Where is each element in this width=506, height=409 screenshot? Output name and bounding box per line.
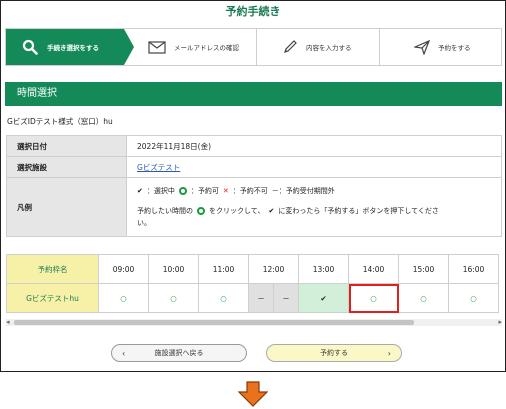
facility-link[interactable]: Gビズテスト	[137, 163, 180, 172]
legend-selected: ：選択中	[146, 187, 175, 195]
chevron-right-icon: ›	[387, 348, 391, 358]
time-header: 16:00	[448, 254, 499, 284]
time-header: 09:00	[98, 254, 149, 284]
slot-available[interactable]: ○	[448, 283, 499, 313]
scroll-right-arrow-icon[interactable]: ▸	[498, 318, 502, 326]
slot-available[interactable]: ○	[198, 283, 249, 313]
legend-unavailable: ：予約不可	[232, 187, 268, 195]
progress-steps: 手続き選択をする メールアドレスの確認 内容を入力する 予約をする	[5, 28, 502, 66]
scroll-left-arrow-icon[interactable]: ◂	[6, 318, 10, 326]
slot-outside-period: －	[273, 283, 299, 313]
time-header: 15:00	[398, 254, 449, 284]
time-header: 13:00	[298, 254, 349, 284]
facility-heading: GビズIDテスト様式（窓口）hu	[7, 117, 113, 126]
time-header: 12:00	[248, 254, 299, 284]
step-reserve: 予約をする	[414, 29, 471, 65]
slot-row-name: Gビズテストhu	[6, 283, 99, 313]
instruction-text-1: 予約したい時間の	[137, 207, 193, 215]
legend-available: ：予約可	[190, 187, 219, 195]
down-arrow-icon	[238, 381, 268, 407]
slot-name-header: 予約枠名	[6, 254, 99, 284]
slot-outside-period: －	[248, 283, 274, 313]
slot-available[interactable]: ○	[148, 283, 199, 313]
legend-content: ✔ ：選択中 ：予約可 ✕ ：予約不可 －：予約受付期間外 予約したい時間の を…	[126, 177, 502, 237]
step-label: 手続き選択をする	[47, 44, 99, 52]
step-label: 内容を入力する	[306, 44, 352, 52]
schedule-table: 予約枠名 09:00 10:00 11:00 12:00 13:00 14:00…	[6, 254, 499, 313]
facility-label: 選択施設	[6, 156, 127, 178]
instruction-text-3: に変わったら「予約する」ボタンを押下してくださ	[278, 207, 439, 215]
time-header: 11:00	[198, 254, 249, 284]
back-to-facility-button[interactable]: ‹ 施設選択へ戻る	[111, 344, 247, 362]
page-title: 予約手続き	[225, 5, 281, 18]
step-label: 予約をする	[438, 44, 471, 52]
legend-outside: －：予約受付期間外	[271, 187, 335, 195]
step-enter-content: 内容を入力する	[282, 29, 352, 65]
schedule-scroll-area: 予約枠名 09:00 10:00 11:00 12:00 13:00 14:00…	[6, 254, 502, 324]
date-label: 選択日付	[6, 135, 127, 157]
reserve-button-label: 予約する	[320, 349, 348, 357]
check-icon: ✔	[137, 187, 143, 195]
chevron-left-icon: ‹	[122, 348, 126, 358]
date-value: 2022年11月18日(金)	[126, 135, 502, 157]
slot-available-highlighted[interactable]: ○	[348, 283, 399, 313]
mail-icon	[148, 40, 166, 54]
circle-icon	[197, 207, 205, 215]
section-title: 時間選択	[5, 82, 502, 106]
reserve-button[interactable]: 予約する ›	[266, 344, 402, 362]
step-select-procedure: 手続き選択をする	[6, 29, 134, 65]
reservation-window: 予約手続き 手続き選択をする メールアドレスの確認 内容を入力する 予約をする …	[0, 0, 506, 372]
reservation-info-table: 選択日付 2022年11月18日(金) 選択施設 Gビズテスト 凡例 ✔ ：選択…	[6, 135, 502, 237]
time-header: 10:00	[148, 254, 199, 284]
back-button-label: 施設選択へ戻る	[154, 349, 204, 357]
slot-available[interactable]: ○	[398, 283, 449, 313]
legend-label: 凡例	[6, 177, 127, 237]
check-icon: ✔	[268, 207, 275, 215]
step-divider	[379, 29, 380, 65]
cross-icon: ✕	[222, 187, 229, 195]
circle-icon	[178, 187, 187, 195]
pencil-icon	[284, 40, 297, 53]
step-label: メールアドレスの確認	[174, 44, 239, 52]
step-email-confirm: メールアドレスの確認	[148, 29, 239, 65]
search-icon	[22, 39, 38, 55]
instruction-text-2: をクリックして、	[209, 207, 265, 215]
instruction-text-4: い。	[137, 219, 151, 227]
horizontal-scrollbar[interactable]: ◂ ▸	[6, 318, 502, 326]
scroll-thumb[interactable]	[14, 320, 414, 325]
step-divider	[256, 29, 257, 65]
send-icon	[414, 39, 430, 55]
slot-available[interactable]: ○	[98, 283, 149, 313]
time-header: 14:00	[348, 254, 399, 284]
slot-selected[interactable]: ✔	[298, 283, 349, 313]
